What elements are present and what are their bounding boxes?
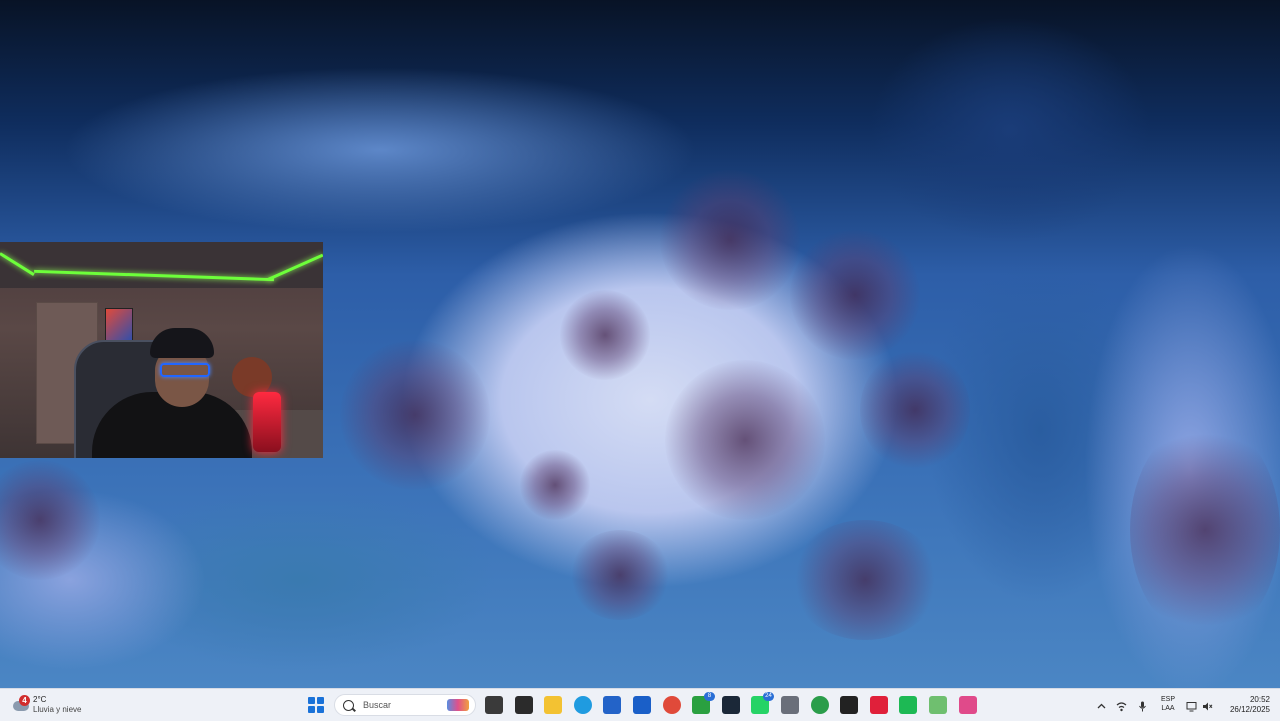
app-icon-2[interactable]: [840, 696, 858, 714]
notification-badge: 24: [763, 692, 774, 701]
outlook-icon[interactable]: [633, 696, 651, 714]
spotify-icon[interactable]: [899, 696, 917, 714]
keyboard-layout: LAA: [1161, 705, 1175, 712]
taskbar: 4 2°C Lluvia y nieve Buscar 8 24 ESP LAA …: [0, 688, 1280, 721]
tiktok-icon[interactable]: [870, 696, 888, 714]
clock-date: 26/12/2025: [1229, 705, 1270, 714]
notification-badge: 8: [704, 692, 715, 701]
wallpaper-tree: [1130, 420, 1280, 640]
windows-logo-icon: [308, 697, 315, 704]
webcam-ceiling: [0, 242, 323, 288]
taskbar-search[interactable]: Buscar: [334, 694, 476, 716]
weather-temperature: 2°C: [33, 695, 47, 704]
language-indicator[interactable]: ESP LAA: [1157, 695, 1179, 713]
display-icon[interactable]: [1186, 699, 1197, 712]
wallpaper-tree: [520, 450, 590, 520]
weather-badge: 4: [19, 695, 30, 706]
task-view-icon[interactable]: [485, 696, 503, 714]
webcam-overlay: [0, 242, 323, 458]
webcam-person-cap: [150, 328, 214, 358]
wallpaper-tree: [0, 460, 100, 580]
wallpaper-tree: [660, 170, 800, 310]
start-button[interactable]: [308, 697, 324, 713]
webcam-poster: [105, 308, 133, 344]
volume-muted-icon[interactable]: [1202, 699, 1213, 711]
clock[interactable]: 20:52 26/12/2025: [1222, 695, 1270, 715]
search-icon: [343, 699, 354, 711]
steam-icon[interactable]: [722, 696, 740, 714]
edge-icon[interactable]: [574, 696, 592, 714]
wallpaper-tree: [340, 340, 490, 490]
wallpaper-tree: [790, 520, 940, 640]
chrome-icon[interactable]: [663, 696, 681, 714]
wallpaper-tree: [570, 530, 670, 620]
weather-condition: Lluvia y nieve: [33, 705, 82, 714]
weather-icon: 4: [12, 695, 30, 714]
wallpaper-tree: [560, 290, 650, 380]
webcam-teddy-bear: [232, 357, 272, 397]
file-explorer-icon[interactable]: [544, 696, 562, 714]
app-icon-3[interactable]: [959, 696, 977, 714]
clock-time: 20:52: [1249, 695, 1270, 704]
xbox-icon[interactable]: 8: [692, 692, 715, 714]
app-icon-1[interactable]: [515, 696, 533, 714]
microsoft-store-icon[interactable]: [603, 696, 621, 714]
network-icon[interactable]: [1116, 699, 1127, 712]
wallpaper-tree: [790, 230, 920, 360]
chrome-profile-icon[interactable]: [811, 696, 829, 714]
search-highlight-icon: [447, 699, 469, 711]
webcam-person-glasses: [160, 363, 210, 377]
chevron-up-icon[interactable]: [1096, 699, 1107, 710]
wallpaper-tree: [665, 360, 825, 520]
search-placeholder: Buscar: [363, 700, 392, 710]
webcam-microphone: [253, 392, 281, 452]
camera-icon[interactable]: [781, 696, 799, 714]
wallpaper-tree: [860, 350, 970, 470]
microphone-icon[interactable]: [1137, 699, 1148, 712]
notepad-icon[interactable]: [929, 696, 947, 714]
weather-widget[interactable]: 4 2°C Lluvia y nieve: [12, 693, 132, 717]
whatsapp-icon[interactable]: 24: [751, 692, 774, 714]
language-code: ESP: [1160, 696, 1175, 703]
